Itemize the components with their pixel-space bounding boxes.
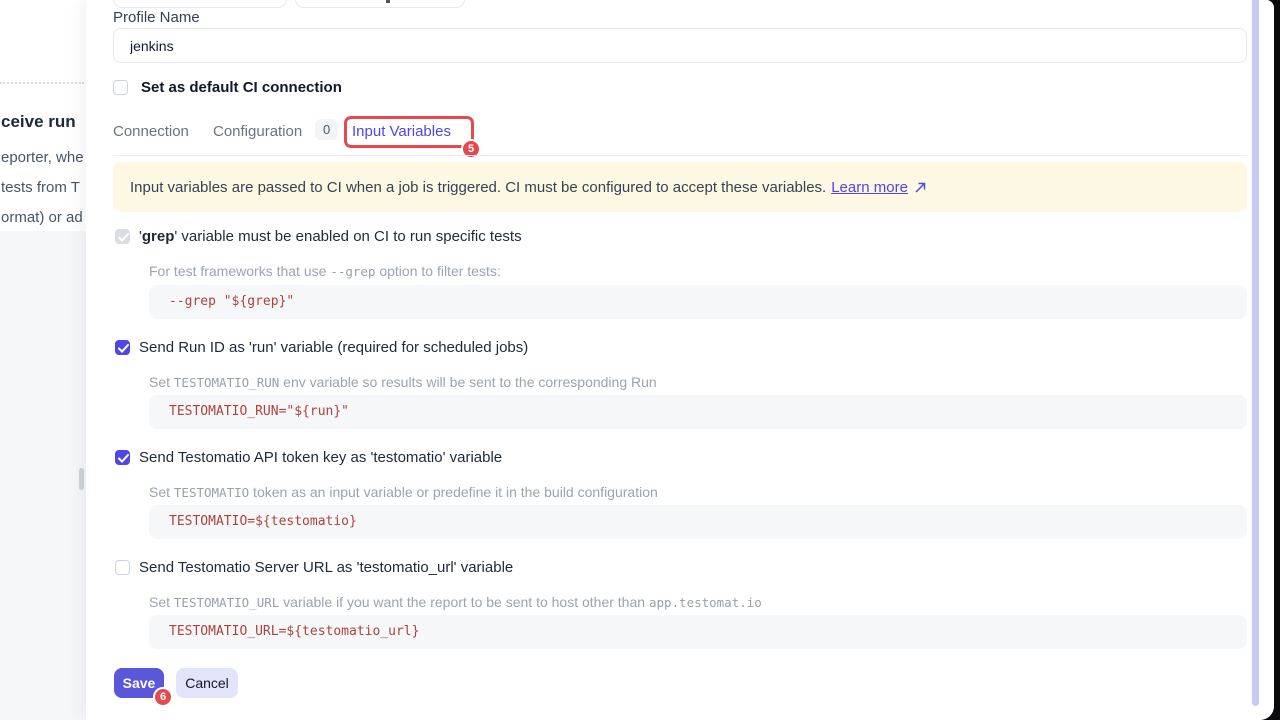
default-ci-checkbox[interactable] [113,80,128,95]
section-help-text: Set TESTOMATIO token as an input variabl… [149,484,658,500]
cropped-field-glyph [386,0,390,3]
code-snippet: TESTOMATIO=${testomatio} [149,505,1247,539]
section-help-text: Set TESTOMATIO_URL variable if you want … [149,594,762,610]
cancel-button[interactable]: Cancel [176,668,238,698]
grep-checkbox[interactable] [115,229,130,244]
annotation-step-badge: 5 [461,139,481,159]
section-grep-row: 'grep' variable must be enabled on CI to… [115,229,522,245]
configuration-count-badge: 0 [315,119,338,140]
profile-name-input[interactable] [113,28,1247,63]
inline-code: app.testomat.io [649,595,762,610]
tab-configuration[interactable]: Configuration [213,123,302,140]
tab-input-variables[interactable]: Input Variables [352,123,451,140]
section-server-url-row: Send Testomatio Server URL as 'testomati… [115,560,513,576]
tabs-divider [113,155,1247,156]
background-heading-fragment: ceive run [1,112,76,132]
section-run-row: Send Run ID as 'run' variable (required … [115,340,528,356]
background-scrollbar-thumb[interactable] [79,468,84,490]
section-label-post: ' variable must be enabled on CI to run … [174,228,521,245]
section-label: Send Testomatio Server URL as 'testomati… [139,560,513,576]
run-checkbox[interactable] [115,340,130,355]
cropped-field [113,0,287,8]
background-text-line: ormat) or ad [1,209,83,226]
code-snippet: --grep "${grep}" [149,285,1247,319]
section-label: Send Testomatio API token key as 'testom… [139,450,502,466]
modal-scrollbar-thumb[interactable] [1252,0,1259,706]
token-checkbox[interactable] [115,450,130,465]
server-url-checkbox[interactable] [115,560,130,575]
section-token-row: Send Testomatio API token key as 'testom… [115,450,502,466]
profile-name-label: Profile Name [113,9,200,26]
tab-connection[interactable]: Connection [113,123,189,140]
background-code-panel [0,231,86,720]
ci-connection-dialog: Profile Name Set as default CI connectio… [86,0,1274,720]
section-label-bold: grep [142,228,175,245]
section-label: Send Run ID as 'run' variable (required … [139,340,528,356]
default-ci-label: Set as default CI connection [141,79,342,96]
section-help-text: For test frameworks that use --grep opti… [149,263,501,279]
external-link-icon [914,181,927,194]
inline-code: TESTOMATIO_URL [174,595,279,610]
annotation-step-badge: 6 [153,687,173,707]
code-snippet: TESTOMATIO_URL=${testomatio_url} [149,615,1247,649]
cropped-field [295,0,465,8]
inline-code: --grep [330,264,375,279]
check-icon [118,344,129,353]
check-icon [118,233,129,242]
check-icon [118,454,129,463]
info-banner: Input variables are passed to CI when a … [113,162,1247,212]
inline-code: TESTOMATIO [174,485,249,500]
code-snippet: TESTOMATIO_RUN="${run}" [149,395,1247,429]
background-page-strip: ceive run eporter, whe tests from T orma… [0,0,86,720]
background-text-line: eporter, whe [1,149,84,166]
dotted-divider [0,82,84,84]
section-help-text: Set TESTOMATIO_RUN env variable so resul… [149,374,657,390]
inline-code: TESTOMATIO_RUN [174,375,279,390]
app-window: ceive run eporter, whe tests from T orma… [0,0,1274,720]
info-banner-text: Input variables are passed to CI when a … [130,179,826,196]
learn-more-link[interactable]: Learn more [831,179,908,196]
background-text-line: tests from T [1,179,80,196]
